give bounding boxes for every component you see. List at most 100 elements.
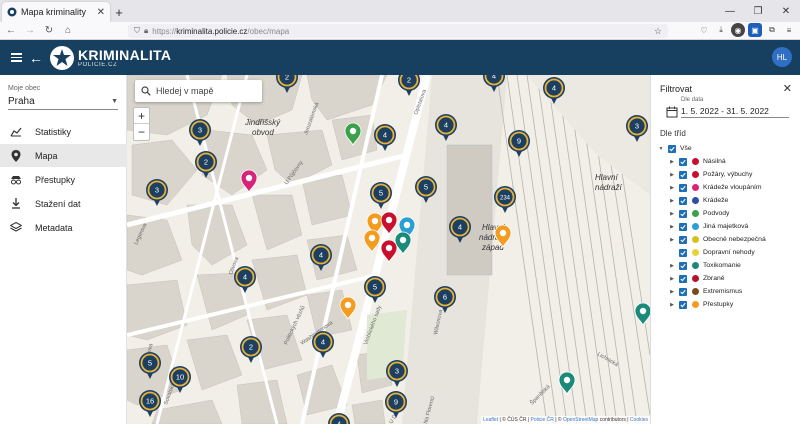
chevron-right-icon[interactable]: ▶ <box>669 172 675 178</box>
chevron-right-icon[interactable]: ▶ <box>669 159 675 165</box>
cluster-count: 3 <box>395 367 399 376</box>
cluster-count: 3 <box>198 126 202 135</box>
chevron-down-icon: ▼ <box>111 98 118 105</box>
browser-tab[interactable]: Mapa kriminality ✕ <box>2 2 110 22</box>
attribution-osm-link[interactable]: OpenStreetMap <box>563 417 598 423</box>
category-row[interactable]: ▶ Násilná <box>651 155 800 168</box>
chevron-down-icon[interactable]: ▼ <box>658 146 664 152</box>
layers-icon <box>8 222 24 233</box>
browser-tab-bar: Mapa kriminality ✕ + — ❐ ✕ <box>0 0 800 22</box>
menu-icon[interactable] <box>4 46 28 70</box>
category-color-dot <box>692 275 699 282</box>
bookmark-star-icon[interactable]: ☆ <box>654 26 662 37</box>
police-logo-icon <box>50 45 74 70</box>
home-icon[interactable]: ⌂ <box>60 23 76 39</box>
chevron-right-icon[interactable]: ▶ <box>669 263 675 269</box>
map-search-input[interactable]: Hledej v mapě <box>135 80 262 102</box>
filter-title: Filtrovat <box>660 84 693 94</box>
cluster-count: 4 <box>492 75 496 81</box>
reload-icon[interactable]: ↻ <box>41 23 57 39</box>
maximize-icon[interactable]: ❐ <box>744 0 772 22</box>
checkbox-checked-icon[interactable] <box>679 287 687 296</box>
category-color-dot <box>692 197 699 204</box>
map-label-nadrazi-2: nádraží <box>595 183 622 192</box>
checkbox-checked-icon[interactable] <box>679 274 687 283</box>
download-toolbar-icon[interactable]: ⤓ <box>714 23 728 37</box>
cluster-count: 16 <box>146 397 154 406</box>
category-color-dot <box>692 288 699 295</box>
close-icon[interactable]: ✕ <box>783 82 792 95</box>
category-row[interactable]: ▶ Zbraně <box>651 272 800 285</box>
category-row[interactable]: ▶ Krádeže <box>651 194 800 207</box>
checkbox-checked-icon[interactable] <box>679 170 687 179</box>
account-icon[interactable]: ▣ <box>748 23 762 37</box>
chevron-right-icon[interactable]: ▶ <box>669 211 675 217</box>
category-row[interactable]: ▶ Přestupky <box>651 298 800 311</box>
new-tab-button[interactable]: + <box>110 2 128 22</box>
chevron-right-icon[interactable]: ▶ <box>669 198 675 204</box>
sidebar-item-stazeni-dat[interactable]: Stažení dat <box>0 192 127 215</box>
zoom-in-button[interactable]: + <box>134 108 149 124</box>
sidebar-item-statistiky[interactable]: Statistiky <box>0 120 127 143</box>
category-row[interactable]: ▶ Požáry, výbuchy <box>651 168 800 181</box>
chevron-right-icon[interactable]: ▶ <box>669 276 675 282</box>
category-row[interactable]: Dopravní nehody <box>651 246 800 259</box>
category-label: Extremismus <box>703 288 743 295</box>
url-bar[interactable]: ⛉ 🔒︎ https://kriminalita.policie.cz/obec… <box>128 24 668 38</box>
category-row[interactable]: ▶ Toxikomanie <box>651 259 800 272</box>
forward-arrow-icon[interactable]: → <box>22 23 38 39</box>
checkbox-checked-icon[interactable] <box>679 235 687 244</box>
download-icon <box>8 198 24 209</box>
sidebar-item-metadata[interactable]: Metadata <box>0 216 127 239</box>
close-window-icon[interactable]: ✕ <box>772 0 800 22</box>
category-row[interactable]: ▶ Jiná majetková <box>651 220 800 233</box>
zoom-out-button[interactable]: − <box>134 124 149 140</box>
category-row[interactable]: ▶ Extremismus <box>651 285 800 298</box>
category-color-dot <box>692 223 699 230</box>
checkbox-checked-icon[interactable] <box>679 196 687 205</box>
arrow-back-icon[interactable]: ← <box>28 46 44 70</box>
checkbox-checked-icon[interactable] <box>679 157 687 166</box>
minimize-icon[interactable]: — <box>716 0 744 22</box>
hamburger-menu-icon[interactable]: ≡ <box>782 23 796 37</box>
chevron-right-icon[interactable]: ▶ <box>669 302 675 308</box>
url-domain: kriminalita.policie.cz <box>176 26 248 36</box>
checkbox-checked-icon[interactable] <box>679 183 687 192</box>
category-row[interactable]: ▶ Krádeže vloupáním <box>651 181 800 194</box>
chevron-right-icon[interactable]: ▶ <box>669 289 675 295</box>
municipality-label: Moje obec <box>8 85 41 92</box>
pocket-icon[interactable]: ♡ <box>697 23 711 37</box>
category-all-row[interactable]: ▼ Vše <box>651 142 800 155</box>
checkbox-checked-icon[interactable] <box>668 144 676 153</box>
extension-icon[interactable]: ◉ <box>731 23 745 37</box>
date-range-input[interactable]: 1. 5. 2022 - 31. 5. 2022 <box>681 104 789 118</box>
category-color-dot <box>692 171 699 178</box>
map-canvas[interactable]: Jindřišský obvod Hlavní nádraží Hlavní n… <box>127 75 650 424</box>
checkbox-checked-icon[interactable] <box>679 248 687 257</box>
category-row[interactable]: ▶ Podvody <box>651 207 800 220</box>
app-brand[interactable]: KRIMINALITA POLICIE.CZ <box>78 48 171 68</box>
cluster-count: 4 <box>444 121 448 130</box>
crime-map[interactable]: Jindřišský obvod Hlavní nádraží Hlavní n… <box>127 75 650 424</box>
attribution-police-link[interactable]: Policie ČR <box>531 417 554 423</box>
attribution-leaflet-link[interactable]: Leaflet <box>483 417 498 423</box>
attribution-cookies-link[interactable]: Cookies <box>630 417 648 423</box>
back-arrow-icon[interactable]: ← <box>3 23 19 39</box>
municipality-select[interactable]: Praha ▼ <box>8 94 118 110</box>
sidebar-item-mapa[interactable]: Mapa <box>0 144 127 167</box>
puzzle-icon[interactable]: ⧉ <box>765 23 779 37</box>
checkbox-checked-icon[interactable] <box>679 261 687 270</box>
chevron-right-icon[interactable]: ▶ <box>669 237 675 243</box>
category-label: Přestupky <box>703 301 734 308</box>
close-tab-icon[interactable]: ✕ <box>97 7 105 18</box>
checkbox-checked-icon[interactable] <box>679 209 687 218</box>
category-row[interactable]: ▶ Obecně nebezpečná <box>651 233 800 246</box>
checkbox-checked-icon[interactable] <box>679 300 687 309</box>
checkbox-checked-icon[interactable] <box>679 222 687 231</box>
user-avatar[interactable]: HL <box>772 47 792 67</box>
chevron-right-icon[interactable]: ▶ <box>669 185 675 191</box>
chevron-right-icon[interactable]: ▶ <box>669 224 675 230</box>
calendar-icon[interactable] <box>666 106 678 118</box>
category-label: Obecně nebezpečná <box>703 236 766 243</box>
sidebar-item-prestupky[interactable]: Přestupky <box>0 168 127 191</box>
